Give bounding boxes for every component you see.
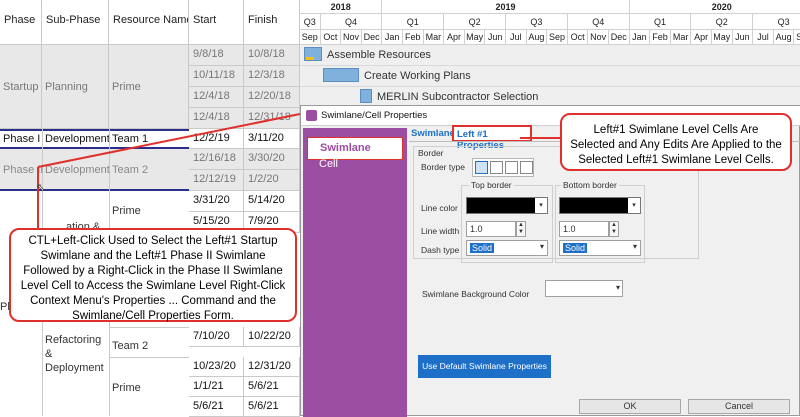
callout-left: CTL+Left-Click Used to Select the Left#1… xyxy=(9,228,297,322)
arrow-line xyxy=(37,113,301,168)
cursor-icon: ⇖ xyxy=(36,182,46,194)
annotation-arrows xyxy=(37,113,560,230)
callout-right: Left#1 Swimlane Level Cells Are Selected… xyxy=(560,113,792,171)
